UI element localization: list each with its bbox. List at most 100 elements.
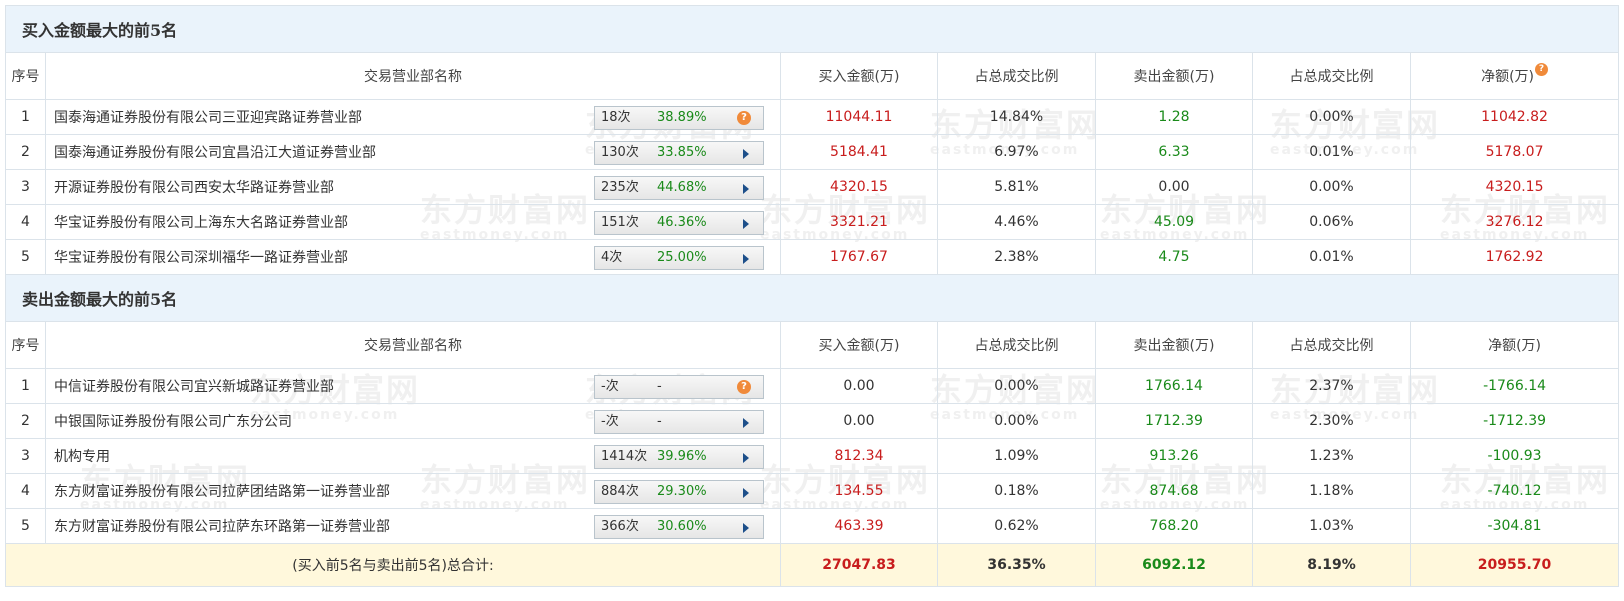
buy-amount: 3321.21	[780, 204, 938, 240]
lhb-table: 买入金额最大的前5名 序号 交易营业部名称 买入金额(万) 占总成交比例 卖出金…	[4, 5, 1620, 587]
broker-name[interactable]: 中信证券股份有限公司宜兴新城路证券营业部	[54, 376, 334, 396]
header-buy-ratio: 占总成交比例	[937, 52, 1096, 100]
sell-section-title: 卖出金额最大的前5名	[4, 274, 1620, 322]
buy-ratio: 6.97%	[937, 134, 1096, 170]
header-buy: 买入金额(万)	[780, 321, 938, 369]
header-net: 净额(万)?	[1409, 52, 1620, 100]
broker-name[interactable]: 开源证券股份有限公司西安太华路证券营业部	[54, 177, 334, 197]
buy-amount: 11044.11	[780, 99, 938, 135]
sell-ratio: 1.03%	[1252, 508, 1411, 544]
header-buy: 买入金额(万)	[780, 52, 938, 100]
row-idx: 1	[5, 99, 46, 135]
trade-count: -次	[601, 414, 619, 429]
expand-arrow-icon[interactable]	[743, 523, 749, 533]
header-name: 交易营业部名称	[45, 321, 781, 369]
net-amount: -100.93	[1409, 438, 1620, 474]
buy-column-headers: 序号 交易营业部名称 买入金额(万) 占总成交比例 卖出金额(万) 占总成交比例…	[5, 52, 1620, 100]
buy-ratio: 0.62%	[937, 508, 1096, 544]
help-icon[interactable]: ?	[737, 380, 751, 394]
expand-arrow-icon[interactable]	[743, 149, 749, 159]
win-rate: 30.60%	[657, 519, 707, 534]
table-row: 5 华宝证券股份有限公司深圳福华一路证券营业部 4次 25.00% 1767.67…	[5, 239, 1620, 275]
row-idx: 3	[5, 438, 46, 474]
broker-name[interactable]: 东方财富证券股份有限公司拉萨东环路第一证券营业部	[54, 516, 390, 536]
header-sell-ratio: 占总成交比例	[1252, 321, 1411, 369]
sell-amount: 874.68	[1095, 473, 1253, 509]
broker-name[interactable]: 中银国际证券股份有限公司广东分公司	[54, 411, 292, 431]
table-row: 3 开源证券股份有限公司西安太华路证券营业部 235次 44.68% 4320.1…	[5, 169, 1620, 205]
buy-ratio: 1.09%	[937, 438, 1096, 474]
sell-ratio: 2.30%	[1252, 403, 1411, 439]
broker-name[interactable]: 国泰海通证券股份有限公司三亚迎宾路证券营业部	[54, 107, 362, 127]
sell-amount: 1.28	[1095, 99, 1253, 135]
expand-arrow-icon[interactable]	[743, 219, 749, 229]
table-row: 2 国泰海通证券股份有限公司宜昌沿江大道证券营业部 130次 33.85% 518…	[5, 134, 1620, 170]
sell-ratio: 0.01%	[1252, 239, 1411, 275]
broker-name[interactable]: 华宝证券股份有限公司上海东大名路证券营业部	[54, 212, 348, 232]
broker-stats-pill[interactable]: -次 -	[594, 410, 764, 434]
sell-ratio: 2.37%	[1252, 368, 1411, 404]
header-idx: 序号	[5, 321, 46, 369]
total-row: (买入前5名与卖出前5名)总合计: 27047.83 36.35% 6092.1…	[5, 543, 1620, 587]
total-label: (买入前5名与卖出前5名)总合计:	[5, 543, 781, 587]
win-rate: 29.30%	[657, 484, 707, 499]
broker-name[interactable]: 华宝证券股份有限公司深圳福华一路证券营业部	[54, 247, 348, 267]
trade-count: -次	[601, 379, 619, 394]
sell-amount: 6.33	[1095, 134, 1253, 170]
row-idx: 1	[5, 368, 46, 404]
expand-arrow-icon[interactable]	[743, 453, 749, 463]
expand-arrow-icon[interactable]	[743, 418, 749, 428]
buy-ratio: 14.84%	[937, 99, 1096, 135]
net-amount: 3276.12	[1409, 204, 1620, 240]
broker-name[interactable]: 东方财富证券股份有限公司拉萨团结路第一证券营业部	[54, 481, 390, 501]
expand-arrow-icon[interactable]	[743, 488, 749, 498]
buy-amount: 134.55	[780, 473, 938, 509]
broker-stats-pill[interactable]: -次 -?	[594, 375, 764, 399]
row-idx: 5	[5, 239, 46, 275]
sell-amount: 4.75	[1095, 239, 1253, 275]
broker-stats-pill[interactable]: 4次 25.00%	[594, 246, 764, 270]
row-idx: 5	[5, 508, 46, 544]
sell-amount: 768.20	[1095, 508, 1253, 544]
help-icon[interactable]: ?	[1535, 63, 1549, 76]
header-sell-ratio: 占总成交比例	[1252, 52, 1411, 100]
buy-ratio: 4.46%	[937, 204, 1096, 240]
sell-section-header: 卖出金额最大的前5名	[4, 274, 1620, 322]
trade-count: 130次	[601, 145, 639, 160]
net-amount: 1762.92	[1409, 239, 1620, 275]
sell-amount: 45.09	[1095, 204, 1253, 240]
net-amount: 4320.15	[1409, 169, 1620, 205]
broker-stats-pill[interactable]: 366次 30.60%	[594, 515, 764, 539]
sell-ratio: 0.00%	[1252, 169, 1411, 205]
buy-amount: 812.34	[780, 438, 938, 474]
broker-name[interactable]: 机构专用	[54, 446, 110, 466]
help-icon[interactable]: ?	[737, 111, 751, 125]
row-idx: 4	[5, 473, 46, 509]
broker-stats-pill[interactable]: 151次 46.36%	[594, 211, 764, 235]
broker-stats-pill[interactable]: 1414次 39.96%	[594, 445, 764, 469]
win-rate: 38.89%	[657, 110, 707, 125]
sell-ratio: 1.18%	[1252, 473, 1411, 509]
net-amount: -304.81	[1409, 508, 1620, 544]
buy-ratio: 2.38%	[937, 239, 1096, 275]
net-amount: -1766.14	[1409, 368, 1620, 404]
broker-name[interactable]: 国泰海通证券股份有限公司宜昌沿江大道证券营业部	[54, 142, 376, 162]
buy-amount: 463.39	[780, 508, 938, 544]
buy-amount: 0.00	[780, 403, 938, 439]
buy-ratio: 0.00%	[937, 368, 1096, 404]
net-amount: 5178.07	[1409, 134, 1620, 170]
expand-arrow-icon[interactable]	[743, 184, 749, 194]
expand-arrow-icon[interactable]	[743, 254, 749, 264]
buy-amount: 4320.15	[780, 169, 938, 205]
table-row: 1 国泰海通证券股份有限公司三亚迎宾路证券营业部 18次 38.89%? 1104…	[5, 99, 1620, 135]
broker-stats-pill[interactable]: 130次 33.85%	[594, 141, 764, 165]
header-sell: 卖出金额(万)	[1095, 321, 1253, 369]
table-row: 2 中银国际证券股份有限公司广东分公司 -次 - 0.00 0.00% 1712.…	[5, 403, 1620, 439]
broker-stats-pill[interactable]: 884次 29.30%	[594, 480, 764, 504]
header-sell: 卖出金额(万)	[1095, 52, 1253, 100]
buy-amount: 0.00	[780, 368, 938, 404]
buy-section-title: 买入金额最大的前5名	[4, 5, 1620, 53]
sell-amount: 0.00	[1095, 169, 1253, 205]
broker-stats-pill[interactable]: 18次 38.89%?	[594, 106, 764, 130]
broker-stats-pill[interactable]: 235次 44.68%	[594, 176, 764, 200]
